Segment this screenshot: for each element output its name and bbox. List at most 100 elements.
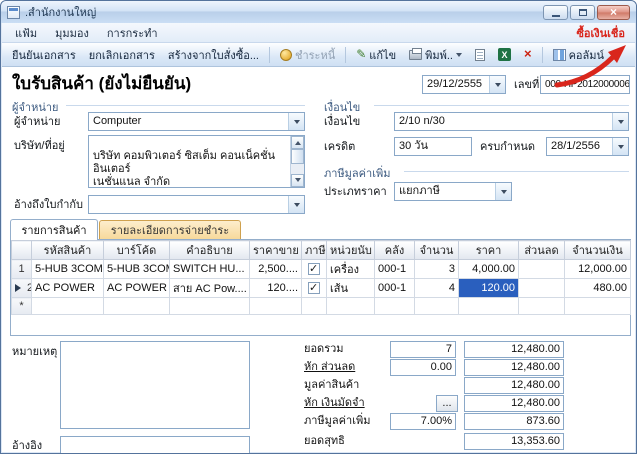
menu-file[interactable]: แฟ้ม: [6, 22, 46, 44]
create-from-po-button[interactable]: สร้างจากใบสั่งซื้อ...: [162, 43, 265, 67]
terms-dropdown-icon[interactable]: [612, 113, 628, 130]
cell-empty[interactable]: [327, 298, 375, 315]
tab-items[interactable]: รายการสินค้า: [10, 219, 98, 240]
col-header-unit[interactable]: หน่วยนับ: [327, 241, 375, 260]
cell-quantity[interactable]: 3: [415, 260, 459, 279]
pay-debt-button[interactable]: ชำระหนี้: [274, 43, 341, 67]
col-header-amount[interactable]: จำนวนเงิน: [565, 241, 631, 260]
doc-no-field[interactable]: 000-HP2012000006: [540, 75, 630, 94]
supplier-combo[interactable]: Computer: [88, 112, 305, 131]
cell-product-code[interactable]: AC POWER: [32, 279, 104, 298]
vat-rate-field[interactable]: 7.00%: [390, 413, 456, 430]
minimize-button[interactable]: [543, 5, 568, 20]
due-date-dropdown-icon[interactable]: [612, 138, 628, 155]
col-header-tax[interactable]: ภาษี: [302, 241, 327, 260]
cell-unit[interactable]: เส้น: [327, 279, 375, 298]
date-dropdown-icon[interactable]: [489, 76, 505, 93]
cell-warehouse[interactable]: 000-1: [375, 279, 415, 298]
maximize-button[interactable]: [570, 5, 595, 20]
terms-combo[interactable]: 2/10 n/30: [394, 112, 629, 131]
col-header-price[interactable]: ราคา: [459, 241, 519, 260]
col-header-quantity[interactable]: จำนวน: [415, 241, 459, 260]
reference-input[interactable]: [60, 436, 250, 454]
cell-empty[interactable]: [375, 298, 415, 315]
cell-warehouse[interactable]: 000-1: [375, 260, 415, 279]
address-scrollbar[interactable]: [290, 136, 304, 187]
cell-empty[interactable]: [459, 298, 519, 315]
cancel-document-button[interactable]: ยกเลิกเอกสาร: [83, 43, 161, 67]
cell-description[interactable]: สาย AC Pow....: [170, 279, 250, 298]
col-header-discount[interactable]: ส่วนลด: [519, 241, 565, 260]
tax-checkbox[interactable]: [308, 263, 320, 275]
cell-empty[interactable]: [302, 298, 327, 315]
new-row-header[interactable]: *: [12, 298, 32, 315]
scroll-thumb[interactable]: [291, 149, 304, 164]
supplier-address-field[interactable]: บริษัท คอมพิวเตอร์ ซิสเต็ม คอนเน็คชั่น อ…: [88, 135, 305, 188]
cell-empty[interactable]: [104, 298, 170, 315]
cell-empty[interactable]: [32, 298, 104, 315]
document-date-picker[interactable]: 29/12/2555: [422, 75, 506, 94]
menu-bar: แฟ้ม มุมมอง การกระทำ ซื้อเงินเชื่อ: [2, 23, 635, 43]
cell-barcode[interactable]: AC POWER: [104, 279, 170, 298]
col-header-barcode[interactable]: บาร์โค้ด: [104, 241, 170, 260]
cell-price[interactable]: 4,000.00: [459, 260, 519, 279]
price-type-combo[interactable]: แยกภาษี: [394, 182, 512, 201]
scroll-down-icon[interactable]: [291, 174, 304, 187]
cell-sell-price[interactable]: 2,500....: [250, 260, 302, 279]
cell-empty[interactable]: [170, 298, 250, 315]
confirm-document-button[interactable]: ยืนยันเอกสาร: [6, 43, 82, 67]
print-preview-button[interactable]: [469, 46, 491, 64]
cell-unit[interactable]: เครื่อง: [327, 260, 375, 279]
cell-empty[interactable]: [565, 298, 631, 315]
credit-days-field[interactable]: 30 วัน: [394, 137, 472, 156]
ref-invoice-dropdown-icon[interactable]: [288, 196, 304, 213]
cell-quantity[interactable]: 4: [415, 279, 459, 298]
edit-button[interactable]: แก้ไข: [350, 43, 402, 67]
col-header-sell-price[interactable]: ราคาขาย: [250, 241, 302, 260]
print-button[interactable]: พิมพ์..: [403, 43, 468, 67]
cell-amount[interactable]: 12,000.00: [565, 260, 631, 279]
cell-discount[interactable]: [519, 279, 565, 298]
tax-checkbox[interactable]: [308, 282, 320, 294]
deposit-link[interactable]: หัก เงินมัดจำ: [304, 395, 365, 412]
ref-invoice-combo[interactable]: [88, 195, 305, 214]
cell-amount[interactable]: 480.00: [565, 279, 631, 298]
cell-sell-price[interactable]: 120....: [250, 279, 302, 298]
discount-link[interactable]: หัก ส่วนลด: [304, 359, 355, 376]
cell-empty[interactable]: [250, 298, 302, 315]
col-header-description[interactable]: คำอธิบาย: [170, 241, 250, 260]
cell-empty[interactable]: [519, 298, 565, 315]
price-type-value: แยกภาษี: [395, 183, 495, 200]
columns-button[interactable]: คอลัมน์: [547, 43, 610, 67]
menu-view[interactable]: มุมมอง: [46, 22, 98, 44]
supplier-dropdown-icon[interactable]: [288, 113, 304, 130]
col-header-warehouse[interactable]: คลัง: [375, 241, 415, 260]
cell-empty[interactable]: [415, 298, 459, 315]
cell-barcode[interactable]: 5-HUB 3COM: [104, 260, 170, 279]
cell-discount[interactable]: [519, 260, 565, 279]
scroll-up-icon[interactable]: [291, 136, 304, 149]
items-grid[interactable]: รหัสสินค้า บาร์โค้ด คำอธิบาย ราคาขาย ภาษ…: [11, 240, 631, 315]
row-header-current[interactable]: 2: [12, 279, 32, 298]
window-titlebar[interactable]: .สำนักงานใหญ่: [1, 1, 636, 23]
cell-product-code[interactable]: 5-HUB 3COM: [32, 260, 104, 279]
cell-price-selected[interactable]: 120.00: [459, 279, 519, 298]
delete-button[interactable]: [518, 45, 538, 64]
supplier-address-value: บริษัท คอมพิวเตอร์ ซิสเต็ม คอนเน็คชั่น อ…: [93, 150, 275, 188]
export-excel-button[interactable]: [492, 45, 517, 64]
cell-tax[interactable]: [302, 279, 327, 298]
price-type-dropdown-icon[interactable]: [495, 183, 511, 200]
grid-corner: [12, 241, 32, 260]
close-button[interactable]: [597, 5, 630, 20]
col-header-product-code[interactable]: รหัสสินค้า: [32, 241, 104, 260]
total-amount-field: 12,480.00: [464, 341, 564, 358]
menu-actions[interactable]: การกระทำ: [98, 22, 167, 44]
tab-payment-details[interactable]: รายละเอียดการจ่ายชำระ: [99, 220, 241, 239]
note-textarea[interactable]: [60, 341, 250, 429]
deposit-browse-button[interactable]: ...: [436, 395, 458, 412]
cell-tax[interactable]: [302, 260, 327, 279]
row-header[interactable]: 1: [12, 260, 32, 279]
discount-value-field[interactable]: 0.00: [390, 359, 456, 376]
due-date-picker[interactable]: 28/1/2556: [546, 137, 629, 156]
cell-description[interactable]: SWITCH HU...: [170, 260, 250, 279]
